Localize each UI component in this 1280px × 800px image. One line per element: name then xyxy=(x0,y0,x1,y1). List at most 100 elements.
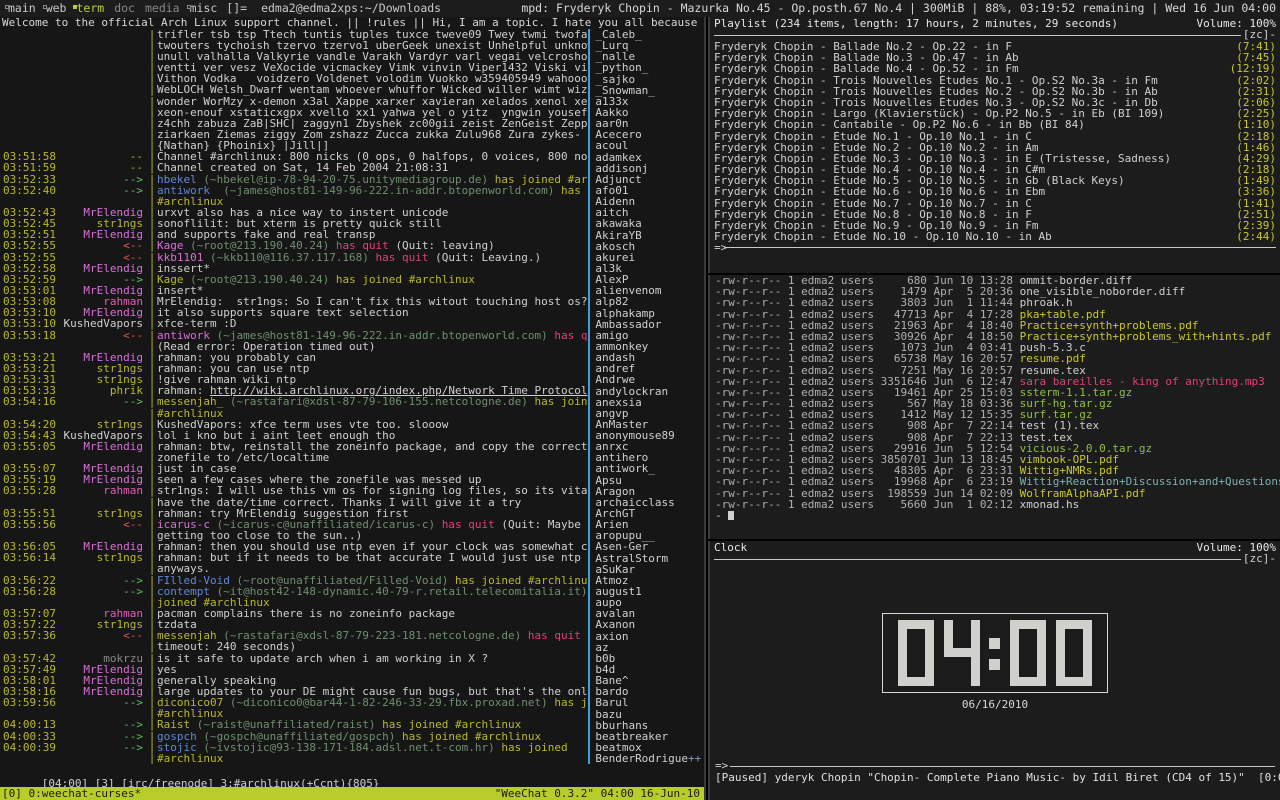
nicklist-item[interactable]: acoul xyxy=(590,140,704,151)
chat-nick[interactable] xyxy=(61,530,147,541)
playlist-track-row[interactable]: Fryderyk Chopin - Trois Nouvelles Études… xyxy=(714,97,1276,108)
chat-nick[interactable]: --> xyxy=(61,185,147,196)
chat-nick[interactable]: --> xyxy=(61,731,147,742)
chat-nick[interactable] xyxy=(61,29,147,40)
chat-nick[interactable]: MrElendig xyxy=(61,541,147,552)
file-row[interactable]: -rw-r--r-- 1 edma2 users 3803 Jun 1 11:4… xyxy=(710,297,1280,308)
chat-nick[interactable] xyxy=(61,341,147,352)
workspace-web[interactable]: web xyxy=(41,2,72,14)
chat-nick[interactable]: MrElendig xyxy=(61,664,147,675)
chat-nick[interactable]: str1ngs xyxy=(61,419,147,430)
chat-nick[interactable]: rahman xyxy=(61,296,147,307)
playlist-track-row[interactable]: Fryderyk Chopin - Étude No.4 - Op.10 No.… xyxy=(714,164,1276,175)
file-name[interactable]: resume.tex xyxy=(1020,364,1086,375)
playlist-track-row[interactable]: Fryderyk Chopin - Étude No.10 - Op.10 No… xyxy=(714,231,1276,242)
buffer-list[interactable]: [0] 0:weechat-curses* xyxy=(0,788,141,799)
terminal-file-listing[interactable]: -rw-r--r-- 1 edma2 users 680 Jun 10 13:2… xyxy=(708,275,1280,539)
chat-nick[interactable]: str1ngs xyxy=(61,374,147,385)
nicklist[interactable]: _Caleb_ _Lurq _nalle _python_ _sajko _Snowman… xyxy=(588,29,704,764)
chat-nick[interactable]: MrElendig xyxy=(61,686,147,697)
playlist-track-row[interactable]: Fryderyk Chopin - Ballade No.4 - Op.52 -… xyxy=(714,63,1276,74)
playlist-track-list[interactable]: Fryderyk Chopin - Ballade No.2 - Op.22 -… xyxy=(710,41,1280,243)
chat-nick[interactable]: <-- xyxy=(61,519,147,530)
chat-nick[interactable]: -- xyxy=(61,162,147,173)
chat-nick[interactable]: <-- xyxy=(61,252,147,263)
file-row[interactable]: -rw-r--r-- 1 edma2 users 908 Apr 7 22:14… xyxy=(710,420,1280,431)
chat-nick[interactable]: str1ngs xyxy=(61,552,147,563)
ncmpcpp-playlist-window[interactable]: Playlist (234 items, length: 17 hours, 2… xyxy=(708,17,1280,273)
playlist-track-row[interactable]: Fryderyk Chopin - Étude No.2 - Op.10 No.… xyxy=(714,141,1276,152)
chat-nick[interactable]: KushedVapors xyxy=(61,430,147,441)
file-row[interactable]: -rw-r--r-- 1 edma2 users 5660 Jun 1 02:1… xyxy=(710,499,1280,510)
chat-nick[interactable] xyxy=(61,40,147,51)
file-name[interactable]: resume.pdf xyxy=(1020,353,1086,364)
chat-nick[interactable]: MrElendig xyxy=(61,441,147,452)
file-row[interactable]: -rw-r--r-- 1 edma2 users 7251 May 16 20:… xyxy=(710,364,1280,375)
mpd-now-playing-window[interactable]: => [Paused] yderyk Chopin "Chopin- Compl… xyxy=(708,760,1280,800)
file-row[interactable]: -rw-r--r-- 1 edma2 users 19968 Apr 6 23:… xyxy=(710,476,1280,487)
chat-nick[interactable]: rahman xyxy=(61,485,147,496)
chat-nick[interactable] xyxy=(61,118,147,129)
chat-nick[interactable] xyxy=(61,641,147,652)
chat-nick[interactable]: MrElendig xyxy=(61,285,147,296)
chat-nick[interactable]: --> xyxy=(61,586,147,597)
chat-nick[interactable]: phrik xyxy=(61,385,147,396)
nicklist-item[interactable]: akawaka xyxy=(590,218,704,229)
nicklist-item[interactable]: Barul xyxy=(590,697,704,708)
chat-nick[interactable]: MrElendig xyxy=(61,463,147,474)
chat-nick[interactable]: --> xyxy=(61,396,147,407)
nicklist-item[interactable]: BenderRodrigue++ xyxy=(590,753,704,764)
chat-nick[interactable]: --> xyxy=(61,697,147,708)
chat-area[interactable]: | trifler tsb tsp Ttech tuntis tuples tux… xyxy=(0,29,588,764)
chat-nick[interactable]: mokrzu xyxy=(61,653,147,664)
chat-nick[interactable]: KushedVapors xyxy=(61,318,147,329)
chat-nick[interactable] xyxy=(61,196,147,207)
chat-nick[interactable] xyxy=(61,84,147,95)
playlist-track-row[interactable]: Fryderyk Chopin - Ballade No.2 - Op.22 -… xyxy=(714,41,1276,52)
workspace-misc[interactable]: misc xyxy=(185,2,223,14)
file-name[interactable]: xmonad.hs xyxy=(1020,499,1080,510)
file-name[interactable]: Wittig+Reaction+Discussion+and+Questions… xyxy=(1020,476,1280,487)
chat-nick[interactable]: --> xyxy=(61,174,147,185)
chat-nick[interactable]: MrElendig xyxy=(61,207,147,218)
clock-window[interactable]: Clock Volume: 100% [zc]- 06/16/2010 xyxy=(708,541,1280,778)
workspace-main[interactable]: main xyxy=(3,2,41,14)
shell-prompt[interactable]: - xyxy=(710,509,1280,522)
chat-nick[interactable]: --> xyxy=(61,274,147,285)
playlist-track-row[interactable]: Fryderyk Chopin - Largo (Klavierstück) -… xyxy=(714,108,1276,119)
chat-nick[interactable]: --> xyxy=(61,719,147,730)
chat-nick[interactable]: str1ngs xyxy=(61,218,147,229)
chat-nick[interactable] xyxy=(61,73,147,84)
chat-nick[interactable] xyxy=(61,107,147,118)
weechat-window[interactable]: Welcome to the official Arch Linux suppo… xyxy=(0,17,706,800)
chat-nick[interactable]: <-- xyxy=(61,330,147,341)
workspace-media[interactable]: media xyxy=(140,2,185,14)
layout-indicator[interactable]: []= xyxy=(222,2,253,14)
nicklist-item[interactable]: alphakamp xyxy=(590,307,704,318)
playlist-track-row[interactable]: Fryderyk Chopin - Étude No.7 - Op.10 No.… xyxy=(714,197,1276,208)
chat-nick[interactable] xyxy=(61,129,147,140)
playlist-track-row[interactable]: Fryderyk Chopin - Étude No.9 - Op.10 No.… xyxy=(714,220,1276,231)
playlist-track-row[interactable]: Fryderyk Chopin - Étude No.6 - Op.10 No.… xyxy=(714,186,1276,197)
chat-nick[interactable]: --> xyxy=(61,575,147,586)
playlist-track-row[interactable]: Fryderyk Chopin - Étude No.8 - Op.10 No.… xyxy=(714,209,1276,220)
chat-nick[interactable]: str1ngs xyxy=(61,508,147,519)
playlist-track-row[interactable]: Fryderyk Chopin - Trois Nouvelles Études… xyxy=(714,86,1276,97)
chat-nick[interactable]: rahman xyxy=(61,608,147,619)
chat-nick[interactable]: <-- xyxy=(61,630,147,641)
playlist-track-row[interactable]: Fryderyk Chopin - Étude No.3 - Op.10 No.… xyxy=(714,153,1276,164)
chat-nick[interactable] xyxy=(61,62,147,73)
nicklist-item[interactable]: Andrwe xyxy=(590,374,704,385)
chat-nick[interactable]: MrElendig xyxy=(61,474,147,485)
playlist-track-row[interactable]: Fryderyk Chopin - Trois Nouvelles Études… xyxy=(714,74,1276,85)
workspace-term[interactable]: term xyxy=(71,2,109,14)
chat-nick[interactable]: str1ngs xyxy=(61,619,147,630)
playlist-track-row[interactable]: Fryderyk Chopin - Étude No.5 - Op.10 No.… xyxy=(714,175,1276,186)
nicklist-item[interactable]: Asen-Ger xyxy=(590,541,704,552)
nicklist-item[interactable]: alp82 xyxy=(590,296,704,307)
playlist-track-row[interactable]: Fryderyk Chopin - Cantabile - Op.P2 No.6… xyxy=(714,119,1276,130)
chat-nick[interactable]: <-- xyxy=(61,240,147,251)
chat-nick[interactable] xyxy=(61,452,147,463)
file-name[interactable]: phroak.h xyxy=(1020,297,1073,308)
message-fragment[interactable]: http://wiki.archlinux.org/index.php/Netw… xyxy=(210,385,588,396)
